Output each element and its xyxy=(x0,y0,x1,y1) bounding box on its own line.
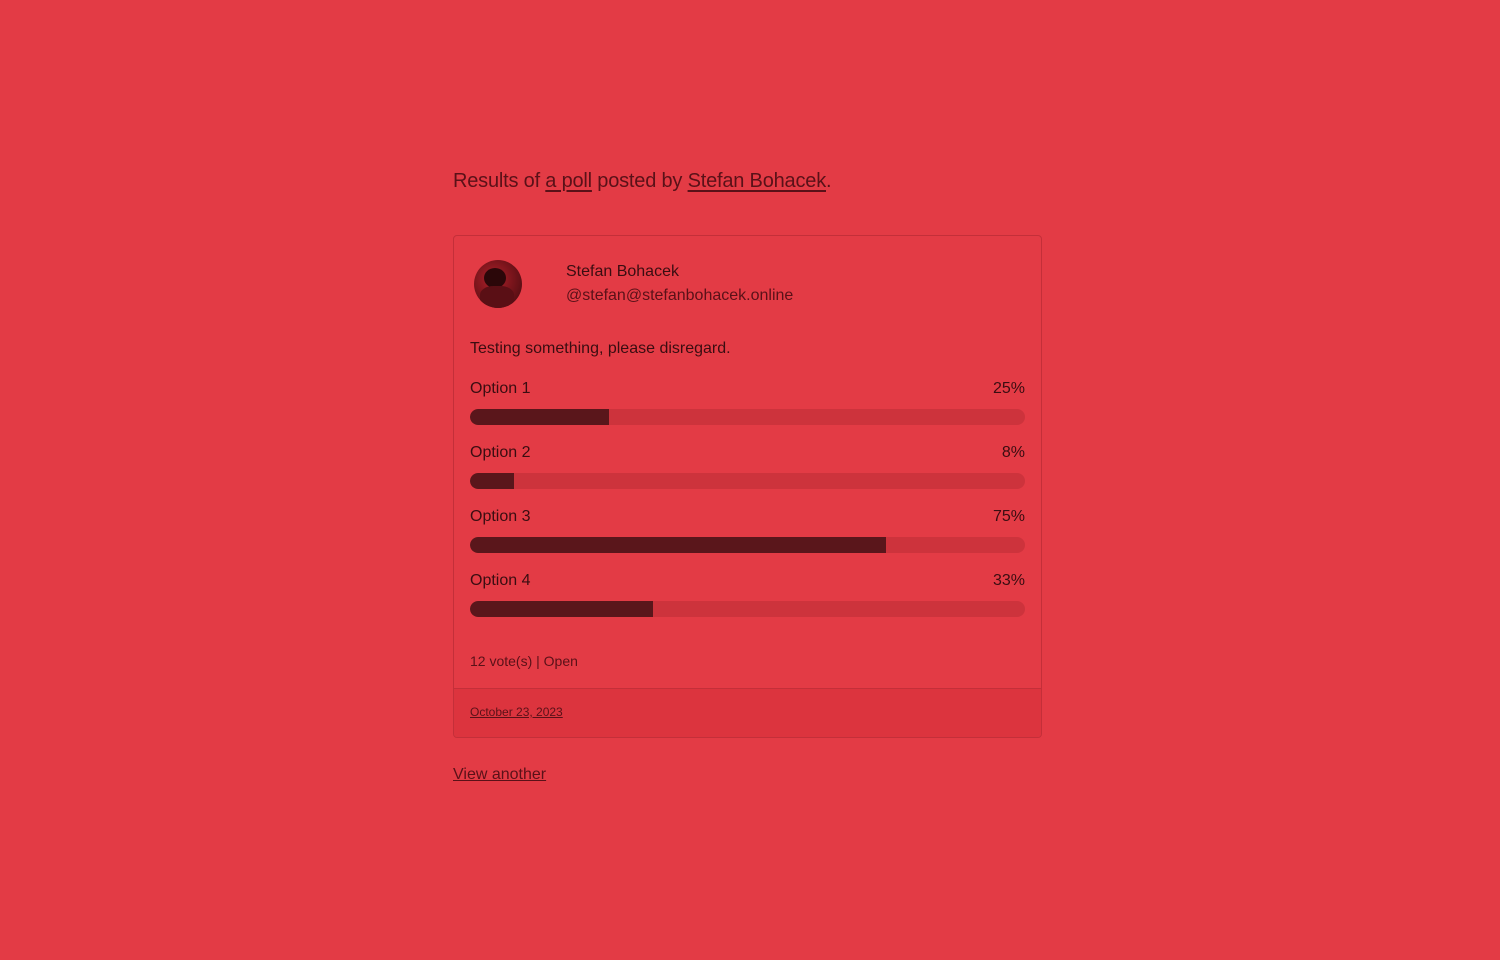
option-bar-track xyxy=(470,473,1025,489)
option-percent: 25% xyxy=(992,380,1025,397)
post-footer: October 23, 2023 xyxy=(454,688,1041,737)
page-intro: Results of a poll posted by Stefan Bohac… xyxy=(453,166,1042,196)
option-label: Option 1 xyxy=(470,380,531,397)
poll-option: Option 2 8% xyxy=(470,441,1025,505)
option-bar-fill xyxy=(470,409,609,425)
option-label: Option 3 xyxy=(470,508,531,525)
poll-card: Stefan Bohacek @stefan@stefanbohacek.onl… xyxy=(453,235,1042,738)
option-label: Option 4 xyxy=(470,572,531,589)
view-another-link[interactable]: View another xyxy=(453,765,546,785)
intro-middle: posted by xyxy=(591,170,688,192)
poll-meta: 12 vote(s) | Open xyxy=(470,653,578,669)
option-bar-track xyxy=(470,601,1025,617)
page-content: Results of a poll posted by Stefan Bohac… xyxy=(453,166,1042,785)
option-bar-track xyxy=(470,537,1025,553)
intro-suffix: . xyxy=(826,170,832,192)
poll-link[interactable]: a poll xyxy=(545,170,592,192)
poll-question: Testing something, please disregard. xyxy=(470,340,731,357)
author-handle[interactable]: @stefan@stefanbohacek.online xyxy=(566,284,793,308)
intro-prefix: Results of xyxy=(453,170,546,192)
option-bar-fill xyxy=(470,601,654,617)
author-name[interactable]: Stefan Bohacek xyxy=(566,260,793,284)
option-bar-fill xyxy=(470,473,515,489)
poll-option: Option 4 33% xyxy=(470,569,1025,633)
option-percent: 75% xyxy=(992,508,1025,525)
post-date-link[interactable]: October 23, 2023 xyxy=(470,705,563,719)
avatar[interactable] xyxy=(474,260,522,308)
post-author: Stefan Bohacek @stefan@stefanbohacek.onl… xyxy=(470,260,1025,308)
author-link[interactable]: Stefan Bohacek xyxy=(688,170,827,192)
poll-options: Option 1 25% Option 2 8% Option 3 75% Op… xyxy=(470,377,1025,633)
option-bar-track xyxy=(470,409,1025,425)
poll-option: Option 1 25% xyxy=(470,377,1025,441)
option-percent: 33% xyxy=(992,572,1025,589)
option-percent: 8% xyxy=(1001,444,1025,461)
poll-option: Option 3 75% xyxy=(470,505,1025,569)
option-label: Option 2 xyxy=(470,444,531,461)
option-bar-fill xyxy=(470,537,887,553)
